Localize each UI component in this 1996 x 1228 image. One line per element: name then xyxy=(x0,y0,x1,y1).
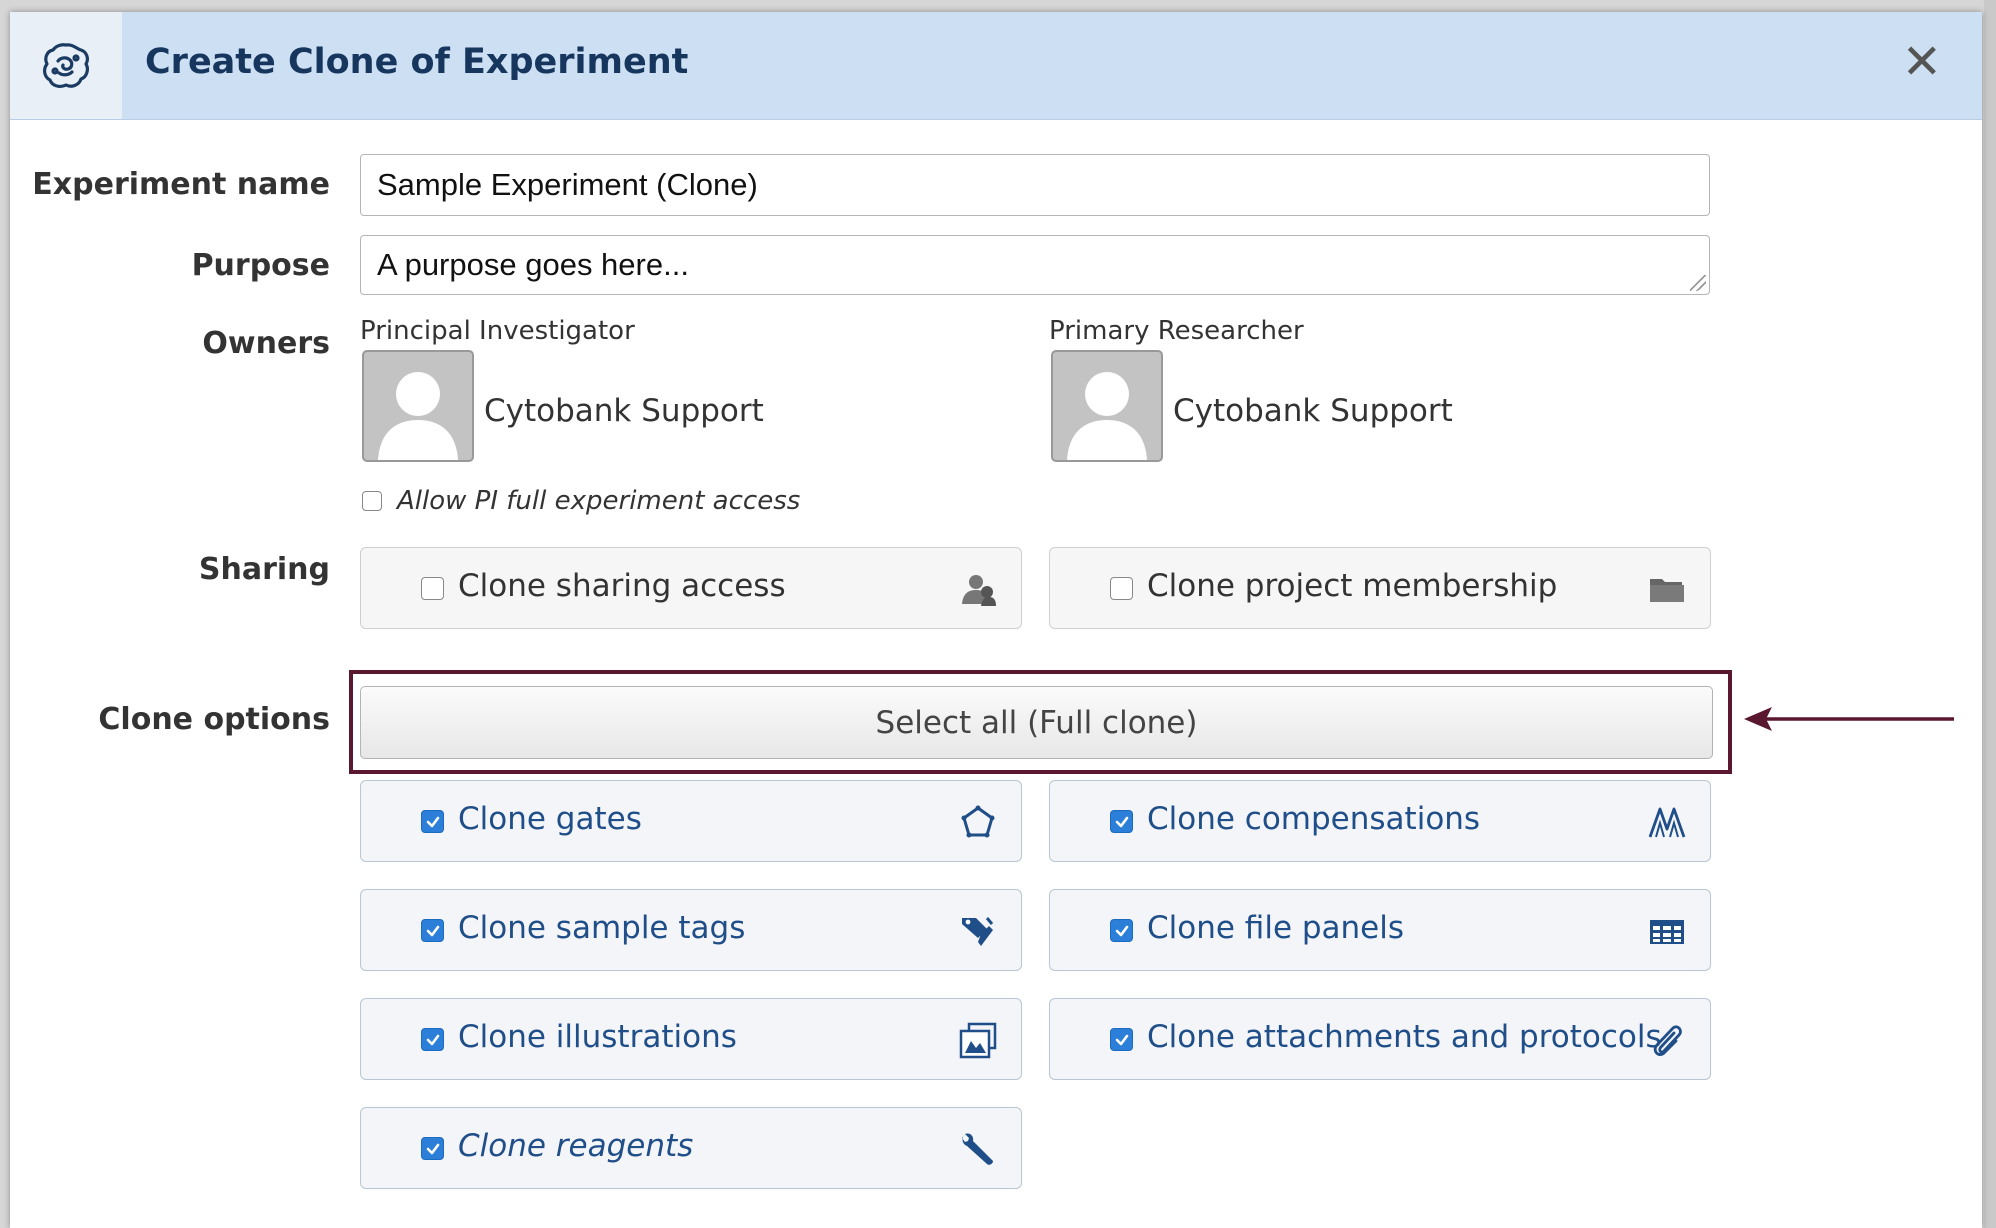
clone-file-panels-label: Clone file panels xyxy=(1147,910,1405,946)
compensation-peaks-icon xyxy=(1648,807,1686,838)
purpose-value: A purpose goes here... xyxy=(377,247,689,282)
clone-sample-tags-option[interactable]: Clone sample tags xyxy=(360,889,1022,971)
dialog-header: Create Clone of Experiment ✕ xyxy=(10,12,1982,120)
pi-name: Cytobank Support xyxy=(484,393,764,429)
clone-illustrations-checkbox[interactable] xyxy=(421,1028,444,1051)
clone-sharing-access-checkbox[interactable] xyxy=(421,577,444,600)
purpose-textarea[interactable]: A purpose goes here... xyxy=(360,235,1710,295)
table-grid-icon xyxy=(1650,920,1684,944)
pi-role-label: Principal Investigator xyxy=(360,316,635,346)
researcher-role-label: Primary Researcher xyxy=(1049,316,1304,346)
allow-pi-access-label: Allow PI full experiment access xyxy=(397,486,801,516)
pi-avatar[interactable] xyxy=(362,350,474,462)
user-share-icon xyxy=(962,575,996,606)
folder-icon xyxy=(1650,579,1684,602)
clone-project-membership-label: Clone project membership xyxy=(1147,568,1558,604)
clone-project-membership-checkbox[interactable] xyxy=(1110,577,1133,600)
tag-icon xyxy=(962,917,994,946)
clone-experiment-dialog: Create Clone of Experiment ✕ Experiment … xyxy=(10,12,1982,1228)
clone-file-panels-checkbox[interactable] xyxy=(1110,919,1133,942)
clone-attachments-option[interactable]: Clone attachments and protocols xyxy=(1049,998,1711,1080)
clone-reagents-label: Clone reagents xyxy=(458,1128,694,1164)
experiment-name-label: Experiment name xyxy=(32,167,330,202)
clone-illustrations-label: Clone illustrations xyxy=(458,1019,737,1055)
clone-reagents-checkbox[interactable] xyxy=(421,1137,444,1160)
clone-project-membership-option[interactable]: Clone project membership xyxy=(1049,547,1711,629)
pointer-arrow-icon xyxy=(1744,707,1954,731)
researcher-name: Cytobank Support xyxy=(1173,393,1453,429)
allow-pi-access-checkbox[interactable] xyxy=(362,491,382,511)
clone-gates-label: Clone gates xyxy=(458,801,642,837)
clone-gates-option[interactable]: Clone gates xyxy=(360,780,1022,862)
illustrations-icon xyxy=(959,1022,997,1059)
clone-illustrations-option[interactable]: Clone illustrations xyxy=(360,998,1022,1080)
purpose-label: Purpose xyxy=(191,248,330,283)
clone-sample-tags-checkbox[interactable] xyxy=(421,919,444,942)
clone-attachments-label: Clone attachments and protocols xyxy=(1147,1019,1662,1055)
pentagon-gate-icon xyxy=(961,805,995,838)
experiment-name-value: Sample Experiment (Clone) xyxy=(377,167,758,202)
clone-sharing-access-label: Clone sharing access xyxy=(458,568,786,604)
select-all-button[interactable]: Select all (Full clone) xyxy=(360,686,1713,759)
clone-sharing-access-option[interactable]: Clone sharing access xyxy=(360,547,1022,629)
sharing-label: Sharing xyxy=(198,552,330,587)
clone-options-label: Clone options xyxy=(98,702,330,737)
owners-label: Owners xyxy=(202,326,330,361)
clone-attachments-checkbox[interactable] xyxy=(1110,1028,1133,1051)
clone-compensations-option[interactable]: Clone compensations xyxy=(1049,780,1711,862)
clone-compensations-label: Clone compensations xyxy=(1147,801,1481,837)
clone-file-panels-option[interactable]: Clone file panels xyxy=(1049,889,1711,971)
resize-grip-icon[interactable] xyxy=(1690,275,1706,291)
background-page-edge xyxy=(1984,0,1996,1228)
clone-sample-tags-label: Clone sample tags xyxy=(458,910,746,946)
researcher-avatar[interactable] xyxy=(1051,350,1163,462)
clone-reagents-option[interactable]: Clone reagents xyxy=(360,1107,1022,1189)
cytobank-logo-icon xyxy=(10,12,122,119)
clone-gates-checkbox[interactable] xyxy=(421,810,444,833)
paperclip-icon xyxy=(1653,1025,1682,1056)
clone-compensations-checkbox[interactable] xyxy=(1110,810,1133,833)
wrench-icon xyxy=(962,1133,993,1165)
experiment-name-input[interactable]: Sample Experiment (Clone) xyxy=(360,154,1710,216)
dialog-title: Create Clone of Experiment xyxy=(145,42,689,82)
close-icon[interactable]: ✕ xyxy=(1902,34,1942,90)
